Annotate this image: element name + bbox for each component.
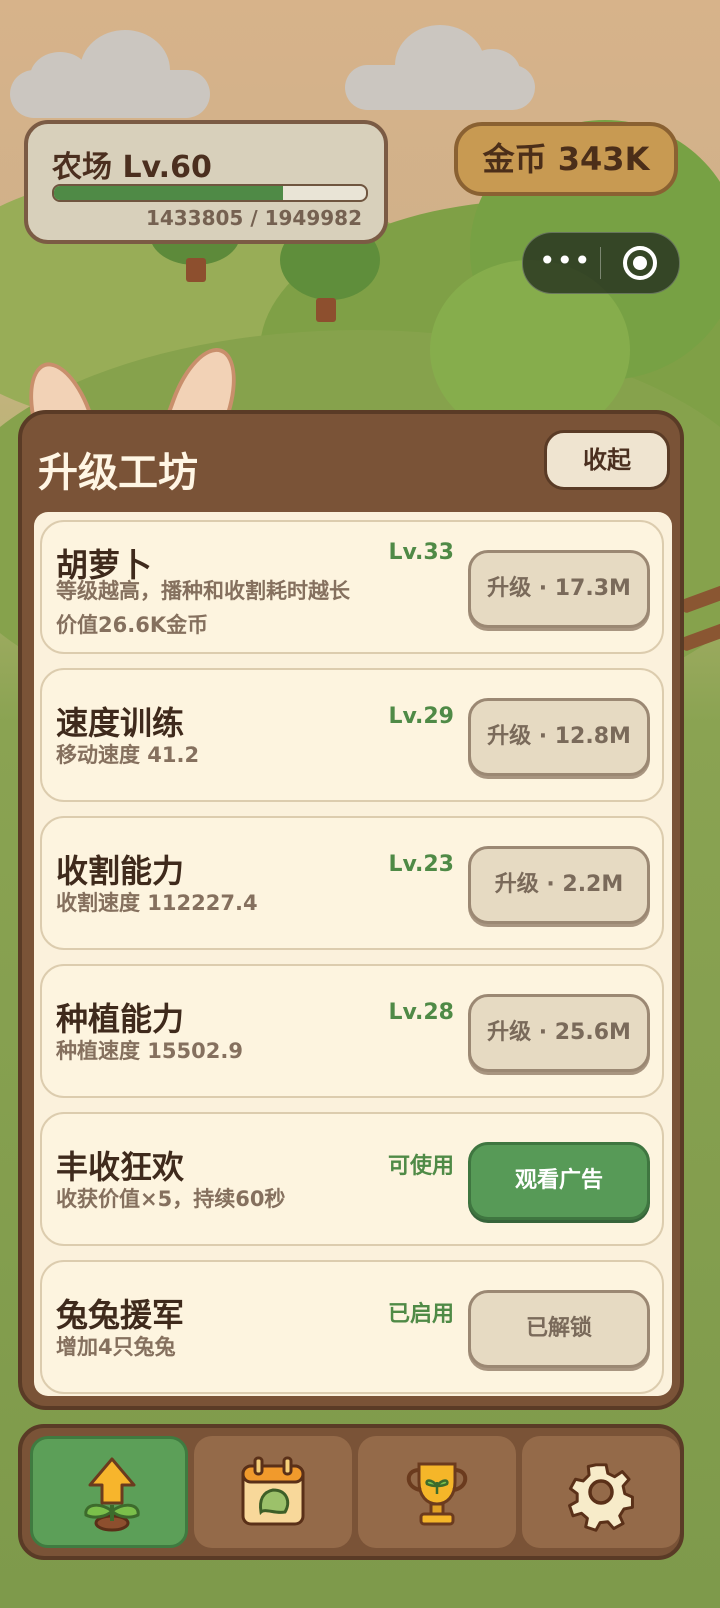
upgrade-level: Lv.23 — [388, 852, 454, 877]
upgrade-value: 价值26.6K金币 — [56, 613, 209, 637]
upgrade-button[interactable]: 升级 · 17.3M — [468, 550, 650, 628]
upgrade-button[interactable]: 升级 · 12.8M — [468, 698, 650, 776]
xp-progress-text: 1433805 / 1949982 — [145, 206, 362, 230]
upgrade-item-harvest-festival: 丰收狂欢 收获价值×5，持续60秒 可使用 观看广告 — [40, 1112, 664, 1246]
more-dots-icon[interactable]: ••• — [539, 233, 591, 293]
cloud — [345, 25, 535, 110]
panel-title: 升级工坊 — [38, 450, 198, 496]
upgrade-description: 等级越高，播种和收割耗时越长 — [56, 579, 350, 603]
xp-progress-fill — [54, 186, 284, 200]
gear-icon — [568, 1463, 634, 1532]
miniprogram-capsule: ••• — [522, 232, 680, 294]
trophy-icon — [406, 1462, 468, 1526]
upgrade-status: 已启用 — [387, 1302, 454, 1327]
upgrade-button[interactable]: 升级 · 25.6M — [468, 994, 650, 1072]
upgrade-level: Lv.28 — [388, 1000, 454, 1025]
coin-balance: 金币 343K — [454, 122, 678, 196]
upgrade-item-carrot: 胡萝卜 等级越高，播种和收割耗时越长 价值26.6K金币 Lv.33 升级 · … — [40, 520, 664, 654]
farm-level-card: 农场 Lv.60 1433805 / 1949982 — [24, 120, 388, 244]
tab-upgrade[interactable] — [30, 1436, 188, 1548]
xp-progress-bar — [52, 184, 368, 202]
bottom-nav — [18, 1424, 684, 1560]
capsule-divider — [600, 247, 601, 279]
tree-trunk — [316, 298, 336, 322]
farm-level-title: 农场 Lv.60 — [52, 150, 212, 185]
upgrade-workshop-panel: 升级工坊 收起 胡萝卜 等级越高，播种和收割耗时越长 价值26.6K金币 Lv.… — [18, 410, 684, 1410]
upgrade-list[interactable]: 胡萝卜 等级越高，播种和收割耗时越长 价值26.6K金币 Lv.33 升级 · … — [34, 512, 672, 1396]
tab-calendar[interactable] — [194, 1436, 352, 1548]
tab-settings[interactable] — [522, 1436, 680, 1548]
watch-ad-button[interactable]: 观看广告 — [468, 1142, 650, 1220]
upgrade-item-speed: 速度训练 移动速度 41.2 Lv.29 升级 · 12.8M — [40, 668, 664, 802]
cloud — [10, 30, 210, 118]
upgrade-item-rabbit-reinforcement: 兔兔援军 增加4只兔兔 已启用 已解锁 — [40, 1260, 664, 1394]
upgrade-item-planting: 种植能力 种植速度 15502.9 Lv.28 升级 · 25.6M — [40, 964, 664, 1098]
upgrade-description: 收割速度 112227.4 — [56, 891, 258, 915]
upgrade-description: 移动速度 41.2 — [56, 743, 200, 767]
upgrade-level: Lv.29 — [388, 704, 454, 729]
upgrade-status: 可使用 — [387, 1154, 454, 1179]
collapse-button[interactable]: 收起 — [544, 430, 670, 490]
upgrade-description: 收获价值×5，持续60秒 — [56, 1187, 286, 1211]
close-target-icon[interactable] — [623, 246, 657, 280]
upgrade-description: 种植速度 15502.9 — [56, 1039, 243, 1063]
upgrade-sprout-icon — [84, 1457, 140, 1532]
tree-trunk — [186, 258, 206, 282]
unlocked-button[interactable]: 已解锁 — [468, 1290, 650, 1368]
calendar-leaf-icon — [241, 1456, 305, 1526]
tab-trophy[interactable] — [358, 1436, 516, 1548]
upgrade-description: 增加4只兔兔 — [56, 1335, 176, 1359]
upgrade-button[interactable]: 升级 · 2.2M — [468, 846, 650, 924]
upgrade-level: Lv.33 — [388, 540, 454, 565]
upgrade-item-harvest: 收割能力 收割速度 112227.4 Lv.23 升级 · 2.2M — [40, 816, 664, 950]
